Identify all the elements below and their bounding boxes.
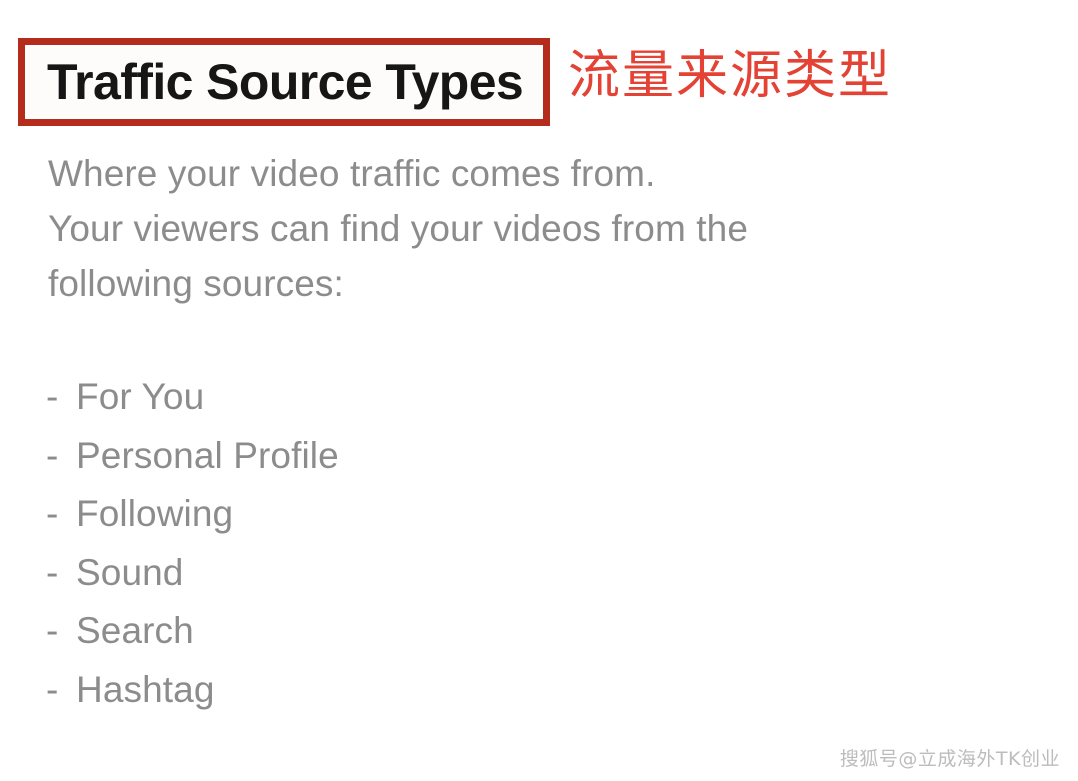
list-item-label: Following <box>76 493 234 534</box>
list-item: - Search <box>46 602 646 661</box>
list-item-label: Sound <box>76 551 184 593</box>
traffic-source-list: - For You - Personal Profile - Following -S… <box>46 368 646 719</box>
list-item: - For You <box>46 368 646 427</box>
body-line-3: following sources: <box>48 263 344 304</box>
list-item: - Hashtag <box>46 661 646 720</box>
body-line-2: Your viewers can find your videos from t… <box>48 208 749 249</box>
list-item: - Personal Profile <box>46 427 646 486</box>
dash-bullet-icon: - <box>46 493 59 534</box>
watermark: 搜狐号@立成海外TK创业 <box>839 748 1060 770</box>
body-paragraph: Where your video traffic comes from. You… <box>48 146 978 311</box>
list-item-label: Hashtag <box>76 668 215 710</box>
dash-bullet-icon: - <box>46 376 59 417</box>
dash-bullet-icon: - <box>46 668 59 710</box>
list-item-label: For You <box>76 376 205 417</box>
list-item: - Sound <box>46 544 646 603</box>
list-item-label: Search <box>76 610 194 651</box>
slide-page: Traffic Source Types 流量来源类型 Where your v… <box>0 0 1078 781</box>
title-highlight-box: Traffic Source Types <box>18 38 550 126</box>
dash-bullet-icon: - <box>46 551 59 593</box>
heading-row: Traffic Source Types 流量来源类型 <box>0 30 1078 134</box>
dash-bullet-icon: - <box>46 610 59 651</box>
dash-bullet-icon: - <box>46 434 59 476</box>
body-line-1: Where your video traffic comes from. <box>48 153 656 194</box>
list-item-label: Personal Profile <box>76 434 339 476</box>
page-title-translation: 流量来源类型 <box>568 46 893 106</box>
list-item: - Following <box>46 485 646 544</box>
page-title: Traffic Source Types <box>47 54 524 110</box>
